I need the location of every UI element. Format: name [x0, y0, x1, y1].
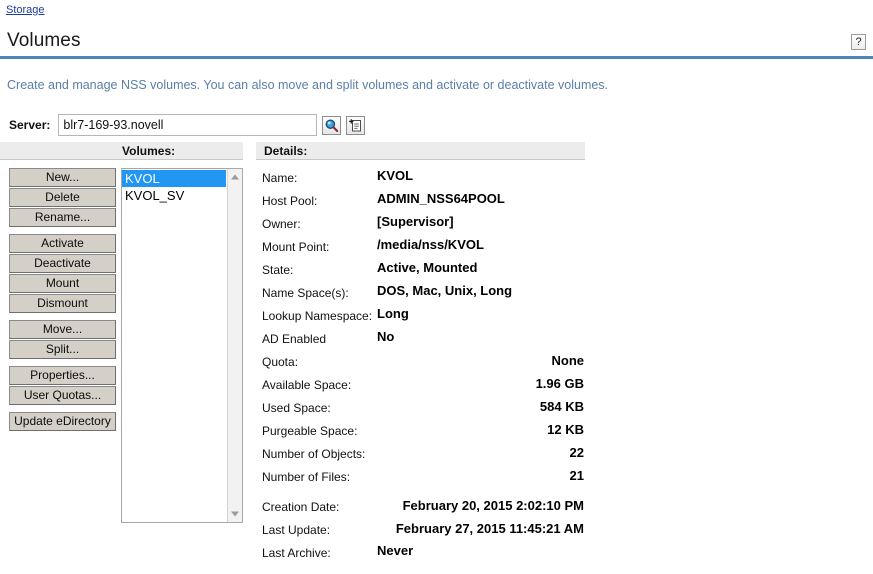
details-column-header-label: Details:: [264, 144, 308, 158]
details-pane: Name: KVOL Host Pool: ADMIN_NSS64POOL Owner:…: [256, 166, 585, 564]
scroll-up-arrow-icon[interactable]: [228, 170, 242, 184]
scroll-down-arrow-icon[interactable]: [228, 507, 242, 521]
volumes-list[interactable]: KVOL KVOL_SV: [121, 168, 243, 523]
detail-label: Host Pool:: [262, 194, 318, 208]
detail-row: Last Update: February 27, 2015 11:45:21 A…: [256, 518, 585, 541]
volumes-list-scrollbar[interactable]: [227, 169, 242, 522]
volumes-list-body: KVOL KVOL_SV: [122, 169, 226, 522]
detail-value: 21: [569, 468, 584, 483]
volumes-column-header: Volumes:: [0, 142, 243, 160]
server-label: Server:: [9, 118, 51, 132]
breadcrumb-item-storage[interactable]: Storage: [6, 4, 45, 16]
button-activate[interactable]: Activate: [9, 234, 116, 253]
detail-label: Creation Date:: [262, 500, 340, 514]
detail-row: Host Pool: ADMIN_NSS64POOL: [256, 189, 585, 212]
page-title: Volumes: [7, 30, 81, 51]
detail-value: No: [377, 329, 395, 344]
button-delete[interactable]: Delete: [9, 188, 116, 207]
page-description: Create and manage NSS volumes. You can a…: [7, 78, 609, 92]
title-divider: [0, 56, 873, 59]
detail-value: Never: [377, 543, 414, 558]
detail-label: Name:: [262, 171, 298, 185]
button-split[interactable]: Split...: [9, 340, 116, 359]
server-search-button[interactable]: [322, 115, 342, 135]
detail-label: Lookup Namespace:: [262, 309, 373, 323]
detail-label: Quota:: [262, 355, 299, 369]
detail-label: Purgeable Space:: [262, 424, 358, 438]
button-move[interactable]: Move...: [9, 320, 116, 339]
detail-row: Used Space: 584 KB: [256, 396, 585, 419]
detail-label: Number of Files:: [262, 470, 351, 484]
detail-row: Quota: None: [256, 350, 585, 373]
detail-value: 22: [569, 445, 584, 460]
details-column-header: Details:: [256, 142, 585, 160]
action-button-column: New... Delete Rename... Activate Deactivate M…: [9, 168, 116, 432]
volumes-column-header-label: Volumes:: [122, 144, 176, 158]
detail-label: Available Space:: [262, 378, 352, 392]
detail-row: Mount Point: /media/nss/KVOL: [256, 235, 585, 258]
detail-value: None: [551, 353, 585, 368]
detail-value: /media/nss/KVOL: [377, 237, 484, 252]
detail-row: Owner: [Supervisor]: [256, 212, 585, 235]
detail-value: 1.96 GB: [535, 376, 584, 391]
server-input[interactable]: [58, 114, 318, 136]
detail-value: Long: [377, 306, 409, 321]
detail-row: Purgeable Space: 12 KB: [256, 419, 585, 442]
breadcrumb: Storage: [6, 4, 45, 16]
detail-value: ADMIN_NSS64POOL: [377, 191, 505, 206]
detail-row: AD Enabled No: [256, 327, 585, 350]
detail-row: Available Space: 1.96 GB: [256, 373, 585, 396]
button-user-quotas[interactable]: User Quotas...: [9, 386, 116, 405]
detail-value: DOS, Mac, Unix, Long: [377, 283, 513, 298]
detail-row: Lookup Namespace: Long: [256, 304, 585, 327]
list-item[interactable]: KVOL: [122, 170, 226, 187]
object-selector-button[interactable]: [346, 115, 366, 135]
detail-label: Number of Objects:: [262, 447, 366, 461]
detail-label: Last Archive:: [262, 546, 331, 560]
detail-row: Creation Date: February 20, 2015 2:02:10 …: [256, 495, 585, 518]
button-update-edirectory[interactable]: Update eDirectory: [9, 412, 116, 431]
detail-row: Number of Files: 21: [256, 465, 585, 488]
detail-value: KVOL: [377, 168, 414, 183]
help-button[interactable]: ?: [851, 34, 866, 50]
detail-row: Name Space(s): DOS, Mac, Unix, Long: [256, 281, 585, 304]
detail-value: February 20, 2015 2:02:10 PM: [402, 498, 584, 513]
detail-label: Owner:: [262, 217, 301, 231]
detail-value: 584 KB: [539, 399, 584, 414]
detail-label: Last Update:: [262, 523, 331, 537]
button-dismount[interactable]: Dismount: [9, 294, 116, 313]
detail-value: Active, Mounted: [377, 260, 478, 275]
object-selector-icon: [349, 118, 362, 131]
detail-label: AD Enabled: [262, 332, 327, 346]
button-mount[interactable]: Mount: [9, 274, 116, 293]
detail-row: Last Archive: Never: [256, 541, 585, 564]
detail-value: February 27, 2015 11:45:21 AM: [395, 521, 584, 536]
detail-row: State: Active, Mounted: [256, 258, 585, 281]
detail-label: Mount Point:: [262, 240, 330, 254]
list-item[interactable]: KVOL_SV: [122, 187, 226, 204]
detail-value: 12 KB: [547, 422, 584, 437]
button-new[interactable]: New...: [9, 168, 116, 187]
server-row: Server:: [9, 112, 366, 138]
magnifier-icon: [326, 118, 339, 132]
detail-row: Name: KVOL: [256, 166, 585, 189]
button-properties[interactable]: Properties...: [9, 366, 116, 385]
button-deactivate[interactable]: Deactivate: [9, 254, 116, 273]
detail-label: Name Space(s):: [262, 286, 349, 300]
detail-label: State:: [262, 263, 294, 277]
button-rename[interactable]: Rename...: [9, 208, 116, 227]
detail-value: [Supervisor]: [377, 214, 454, 229]
detail-label: Used Space:: [262, 401, 331, 415]
detail-row: Number of Objects: 22: [256, 442, 585, 465]
